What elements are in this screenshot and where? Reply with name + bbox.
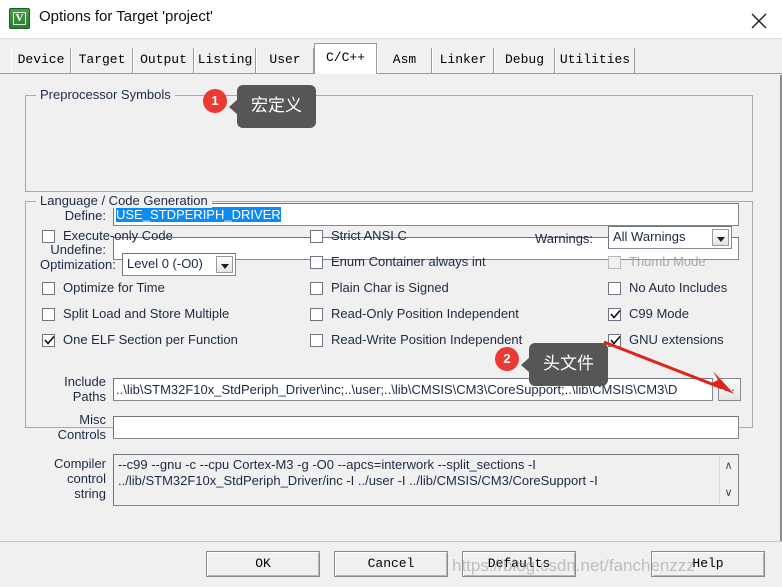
checkbox-split-load-and-store-multiple[interactable] <box>42 308 55 321</box>
scroll-up-icon[interactable]: ∧ <box>720 458 737 475</box>
misc-controls-label-line1: Misc <box>79 412 106 427</box>
title-bar: V Options for Target 'project' <box>0 0 782 39</box>
label-thumb-mode[interactable]: Thumb Mode <box>629 254 706 269</box>
label-read-only-position-independent[interactable]: Read-Only Position Independent <box>331 306 519 321</box>
checkbox-gnu-extensions[interactable] <box>608 334 621 347</box>
include-paths-browse-button[interactable]: ... <box>718 378 741 401</box>
optimization-label: Optimization: <box>40 257 116 272</box>
misc-controls-input[interactable] <box>113 416 739 439</box>
checkbox-enum-container-always-int[interactable] <box>310 256 323 269</box>
tab-user[interactable]: User <box>256 48 314 73</box>
include-paths-input[interactable]: ..\lib\STM32F10x_StdPeriph_Driver\inc;..… <box>113 378 713 401</box>
tab-device[interactable]: Device <box>11 48 71 73</box>
compiler-control-label-line3: string <box>74 486 106 501</box>
chevron-down-icon[interactable] <box>712 229 729 246</box>
tab-output[interactable]: Output <box>133 48 194 73</box>
checkbox-thumb-mode[interactable] <box>608 256 621 269</box>
label-c99-mode[interactable]: C99 Mode <box>629 306 689 321</box>
help-button[interactable]: Help <box>651 551 765 577</box>
cancel-button[interactable]: Cancel <box>334 551 448 577</box>
checkbox-one-elf-section-per-function[interactable] <box>42 334 55 347</box>
check-icon <box>610 335 621 345</box>
language-code-generation-legend: Language / Code Generation <box>36 193 212 208</box>
compiler-control-label-line1: Compiler <box>53 456 106 471</box>
optimization-select[interactable]: Level 0 (-O0) <box>122 253 236 276</box>
checkbox-c99-mode[interactable] <box>608 308 621 321</box>
label-optimize-for-time[interactable]: Optimize for Time <box>63 280 165 295</box>
label-enum-container-always-int[interactable]: Enum Container always int <box>331 254 486 269</box>
checkbox-strict-ansi-c[interactable] <box>310 230 323 243</box>
check-icon <box>44 335 55 345</box>
checkbox-plain-char-is-signed[interactable] <box>310 282 323 295</box>
include-paths-label-line1: Include <box>64 374 106 389</box>
checkbox-execute-only-code[interactable] <box>42 230 55 243</box>
label-execute-only-code[interactable]: Execute-only Code <box>63 228 173 243</box>
tab-asm[interactable]: Asm <box>377 48 432 73</box>
tab-listing[interactable]: Listing <box>194 48 256 73</box>
tab-utilities[interactable]: Utilities <box>555 48 635 73</box>
tab-c-cpp[interactable]: C/C++ <box>314 43 377 74</box>
preprocessor-symbols-group: Preprocessor Symbols <box>25 87 753 192</box>
tab-debug[interactable]: Debug <box>494 48 555 73</box>
annotation-badge-2: 2 <box>495 347 519 371</box>
preprocessor-symbols-legend: Preprocessor Symbols <box>36 87 175 102</box>
compiler-control-scrollbar[interactable]: ∧ ∨ <box>719 456 737 504</box>
compiler-control-string-input[interactable]: --c99 --gnu -c --cpu Cortex-M3 -g -O0 --… <box>113 454 739 506</box>
check-icon <box>610 309 621 319</box>
warnings-select-value: All Warnings <box>613 229 686 244</box>
close-icon <box>751 13 767 29</box>
compiler-control-label-line2: control <box>66 471 106 486</box>
window-title: Options for Target 'project' <box>39 8 213 25</box>
include-paths-label-line2: Paths <box>72 389 106 404</box>
checkbox-no-auto-includes[interactable] <box>608 282 621 295</box>
close-button[interactable] <box>736 0 782 38</box>
compiler-control-string-value: --c99 --gnu -c --cpu Cortex-M3 -g -O0 --… <box>118 457 598 488</box>
label-split-load-and-store-multiple[interactable]: Split Load and Store Multiple <box>63 306 229 321</box>
tab-linker[interactable]: Linker <box>432 48 494 73</box>
warnings-select[interactable]: All Warnings <box>608 226 732 249</box>
misc-controls-label-line2: Controls <box>57 427 106 442</box>
tab-strip: Device Target Output Listing User C/C++ … <box>0 39 782 75</box>
label-read-write-position-independent[interactable]: Read-Write Position Independent <box>331 332 522 347</box>
tab-target[interactable]: Target <box>71 48 133 73</box>
dialog-button-bar: OK Cancel Defaults Help <box>0 541 782 587</box>
label-strict-ansi-c[interactable]: Strict ANSI C <box>331 228 407 243</box>
checkbox-read-write-position-independent[interactable] <box>310 334 323 347</box>
label-plain-char-is-signed[interactable]: Plain Char is Signed <box>331 280 449 295</box>
annotation-badge-1: 1 <box>203 89 227 113</box>
scroll-down-icon[interactable]: ∨ <box>720 485 737 502</box>
annotation-tooltip-2: 头文件 <box>521 343 608 386</box>
checkbox-optimize-for-time[interactable] <box>42 282 55 295</box>
label-one-elf-section-per-function[interactable]: One ELF Section per Function <box>63 332 238 347</box>
chevron-down-icon[interactable] <box>216 256 233 273</box>
defaults-button[interactable]: Defaults <box>462 551 576 577</box>
options-dialog: V Options for Target 'project' Device Ta… <box>0 0 782 587</box>
optimization-select-value: Level 0 (-O0) <box>127 256 203 271</box>
c-cpp-tab-panel: Preprocessor Symbols Define: USE_STDPERI… <box>0 75 782 541</box>
warnings-label: Warnings: <box>535 231 594 246</box>
ok-button[interactable]: OK <box>206 551 320 577</box>
keil-uvision-icon: V <box>9 8 30 29</box>
label-gnu-extensions[interactable]: GNU extensions <box>629 332 724 347</box>
annotation-tooltip-1: 宏定义 <box>229 85 316 128</box>
label-no-auto-includes[interactable]: No Auto Includes <box>629 280 727 295</box>
checkbox-read-only-position-independent[interactable] <box>310 308 323 321</box>
